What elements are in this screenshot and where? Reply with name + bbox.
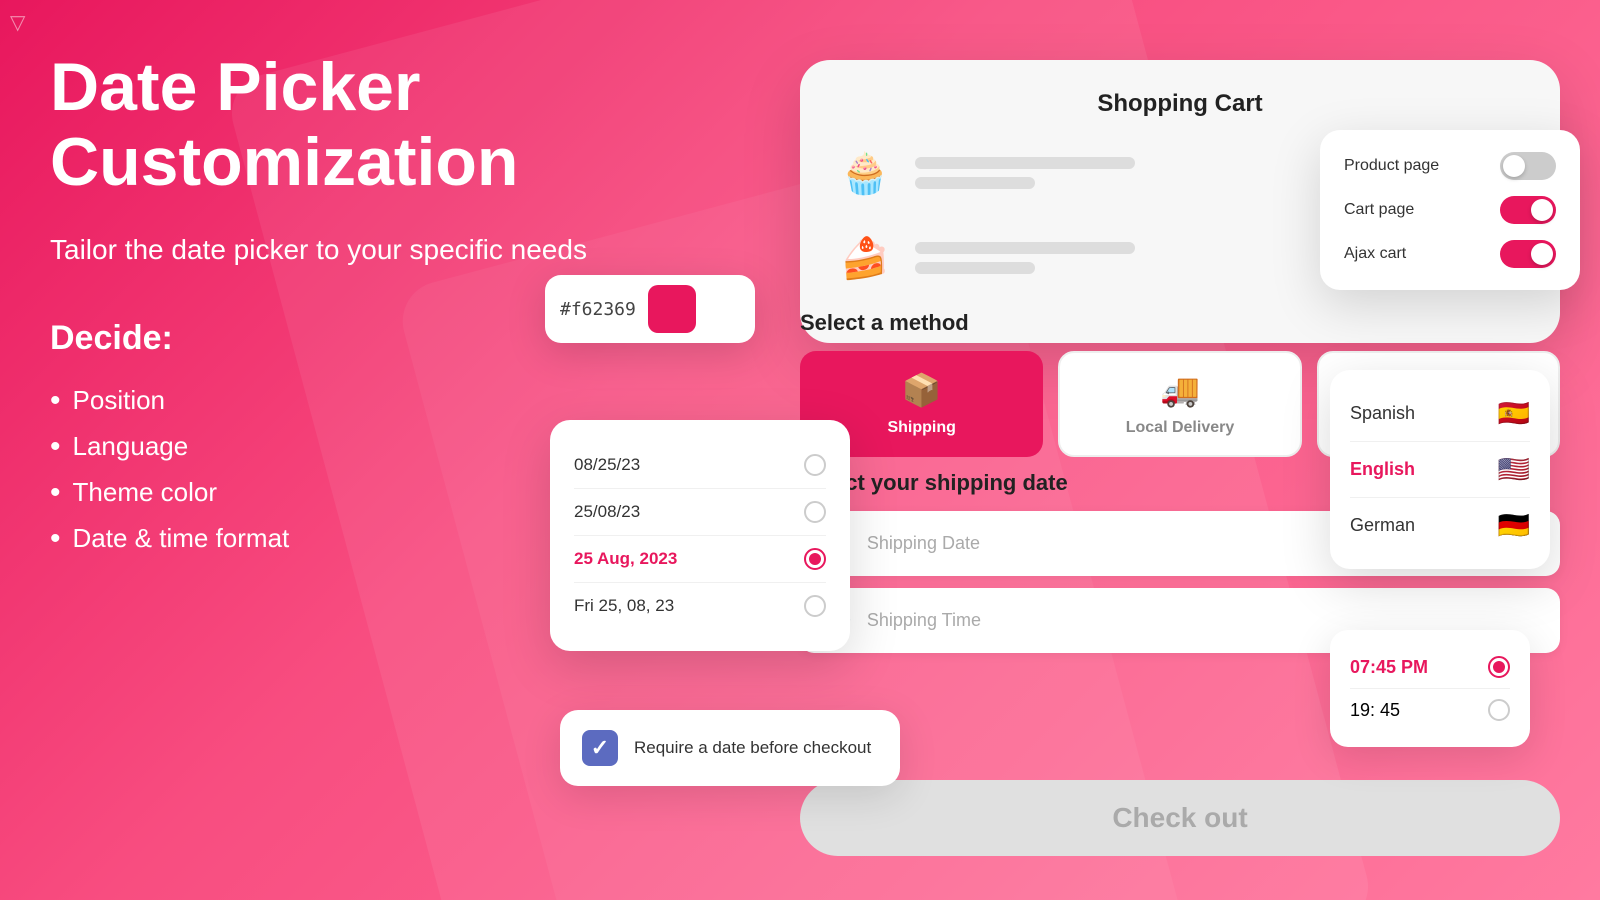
toggle-row-ajax: Ajax cart	[1344, 240, 1556, 268]
time-option-24h[interactable]: 19: 45	[1350, 689, 1510, 731]
cart-item-image: 🧁	[830, 138, 900, 208]
language-name: Spanish	[1350, 403, 1415, 424]
logo-mark: ▽	[10, 10, 25, 35]
flag-icon-english: 🇺🇸	[1498, 454, 1530, 485]
language-option-german[interactable]: German 🇩🇪	[1350, 498, 1530, 553]
shipping-date-placeholder: Shipping Date	[867, 533, 980, 554]
date-format-option[interactable]: 25/08/23	[574, 489, 826, 536]
list-item: Date & time format	[50, 516, 610, 562]
require-date-checkbox[interactable]: ✓	[582, 730, 618, 766]
radio-button-active[interactable]	[804, 548, 826, 570]
require-date-card: ✓ Require a date before checkout	[560, 710, 900, 786]
ajax-cart-toggle[interactable]	[1500, 240, 1556, 268]
date-format-option[interactable]: 08/25/23	[574, 442, 826, 489]
date-format-text: 08/25/23	[574, 455, 640, 475]
list-item: Language	[50, 424, 610, 470]
product-page-toggle[interactable]	[1500, 152, 1556, 180]
decide-list: Position Language Theme color Date & tim…	[50, 378, 610, 562]
cart-page-toggle[interactable]	[1500, 196, 1556, 224]
toggle-row-product: Product page	[1344, 152, 1556, 180]
language-option-spanish[interactable]: Spanish 🇪🇸	[1350, 386, 1530, 442]
toggle-label: Cart page	[1344, 201, 1414, 219]
date-format-option[interactable]: 25 Aug, 2023	[574, 536, 826, 583]
toggle-row-cart: Cart page	[1344, 196, 1556, 224]
shipping-label: Shipping	[887, 419, 955, 437]
color-swatch[interactable]	[648, 285, 696, 333]
toggle-label: Ajax cart	[1344, 245, 1406, 263]
time-text-active: 07:45 PM	[1350, 657, 1428, 678]
date-format-text-active: 25 Aug, 2023	[574, 549, 677, 569]
radio-button[interactable]	[804, 454, 826, 476]
toggle-card: Product page Cart page Ajax cart	[1320, 130, 1580, 290]
date-format-option[interactable]: Fri 25, 08, 23	[574, 583, 826, 629]
date-format-text: Fri 25, 08, 23	[574, 596, 674, 616]
cart-item-line	[915, 177, 1035, 189]
time-options-card: 07:45 PM 19: 45	[1330, 630, 1530, 747]
language-name: German	[1350, 515, 1415, 536]
checkmark-icon: ✓	[591, 735, 609, 761]
flag-icon-german: 🇩🇪	[1498, 510, 1530, 541]
list-item: Theme color	[50, 470, 610, 516]
color-picker-card: #f62369	[545, 275, 755, 343]
local-delivery-label: Local Delivery	[1126, 419, 1235, 437]
list-item: Position	[50, 378, 610, 424]
cart-item-line	[915, 262, 1035, 274]
time-option-12h[interactable]: 07:45 PM	[1350, 646, 1510, 689]
shipping-icon: 📦	[902, 371, 942, 409]
language-name-active: English	[1350, 459, 1415, 480]
checkout-button[interactable]: Check out	[800, 780, 1560, 856]
toggle-label: Product page	[1344, 157, 1439, 175]
local-delivery-icon: 🚚	[1160, 371, 1200, 409]
toggle-thumb	[1503, 155, 1525, 177]
radio-button[interactable]	[804, 595, 826, 617]
shipping-time-placeholder: Shipping Time	[867, 610, 981, 631]
local-delivery-method-button[interactable]: 🚚 Local Delivery	[1058, 351, 1301, 457]
decide-title: Decide:	[50, 319, 610, 358]
language-card: Spanish 🇪🇸 English 🇺🇸 German 🇩🇪	[1330, 370, 1550, 569]
subtitle: Tailor the date picker to your specific …	[50, 230, 610, 269]
cart-item-line	[915, 242, 1135, 254]
cart-title: Shopping Cart	[830, 90, 1530, 118]
radio-button[interactable]	[804, 501, 826, 523]
time-radio-active[interactable]	[1488, 656, 1510, 678]
color-hex-value: #f62369	[560, 299, 636, 320]
language-option-english[interactable]: English 🇺🇸	[1350, 442, 1530, 498]
ui-area: Shopping Cart 🧁 🍰 Product page	[730, 30, 1590, 870]
time-text: 19: 45	[1350, 700, 1400, 721]
cart-item-line	[915, 157, 1135, 169]
require-date-label: Require a date before checkout	[634, 738, 871, 758]
toggle-thumb	[1531, 243, 1553, 265]
time-radio[interactable]	[1488, 699, 1510, 721]
date-format-card: 08/25/23 25/08/23 25 Aug, 2023 Fri 25, 0…	[550, 420, 850, 651]
date-format-text: 25/08/23	[574, 502, 640, 522]
toggle-thumb	[1531, 199, 1553, 221]
flag-icon-spanish: 🇪🇸	[1498, 398, 1530, 429]
method-section-title: Select a method	[800, 310, 1560, 336]
cart-item-image: 🍰	[830, 223, 900, 293]
main-title: Date Picker Customization	[50, 50, 610, 200]
left-panel: Date Picker Customization Tailor the dat…	[50, 50, 610, 562]
